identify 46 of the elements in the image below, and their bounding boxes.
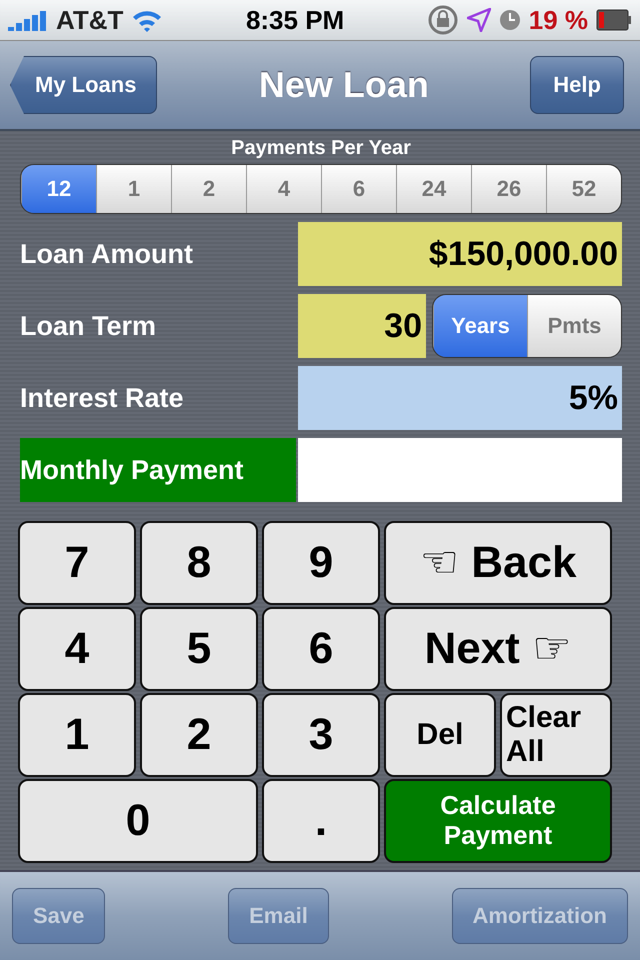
keypad-key[interactable]: 9 <box>262 521 380 605</box>
value-field[interactable] <box>298 438 622 502</box>
clock-icon <box>498 9 521 31</box>
keypad-key[interactable]: 6 <box>262 607 380 691</box>
keypad-key[interactable]: 3 <box>262 693 380 777</box>
field-label: Monthly Payment <box>20 438 296 502</box>
rotation-lock-icon <box>426 4 459 36</box>
keypad-key[interactable]: Clear All <box>500 693 612 777</box>
segment-option[interactable]: 1 <box>96 165 171 213</box>
field-label: Interest Rate <box>20 382 185 414</box>
signal-icon <box>8 9 48 31</box>
keypad-key[interactable]: Del <box>384 693 496 777</box>
value-field[interactable]: 30 <box>298 294 426 358</box>
help-button[interactable]: Help <box>530 56 624 114</box>
carrier-name: AT&T <box>56 4 124 36</box>
segment-option[interactable]: Years <box>433 295 527 357</box>
keypad-key[interactable]: 8 <box>140 521 258 605</box>
field-label: Loan Amount <box>20 238 194 270</box>
battery-percent: 19 % <box>528 4 588 36</box>
keypad-key[interactable]: ☜ Back <box>384 521 612 605</box>
keypad-key[interactable]: 2 <box>140 693 258 777</box>
keypad-key[interactable]: Calculate Payment <box>384 779 612 863</box>
segment-option[interactable]: 12 <box>21 165 96 213</box>
keypad-key[interactable]: 1 <box>18 693 136 777</box>
field-label: Loan Term <box>20 310 158 342</box>
segment-option[interactable]: 26 <box>471 165 546 213</box>
segment-option[interactable]: 4 <box>246 165 321 213</box>
screen-title: New Loan <box>258 64 429 106</box>
location-arrow-icon <box>466 8 491 32</box>
segment-option[interactable]: 52 <box>546 165 621 213</box>
segment-option[interactable]: Pmts <box>527 295 621 357</box>
keypad-key[interactable]: 7 <box>18 521 136 605</box>
back-button[interactable]: My Loans <box>10 56 158 114</box>
keypad-key[interactable]: . <box>262 779 380 863</box>
value-field[interactable]: $150,000.00 <box>298 222 622 286</box>
clock-time: 8:35 PM <box>246 4 344 36</box>
segment-option[interactable]: 24 <box>396 165 471 213</box>
segment-label: Payments Per Year <box>231 137 411 160</box>
keypad-key[interactable]: 4 <box>18 607 136 691</box>
keypad-key[interactable]: 0 <box>18 779 258 863</box>
battery-icon <box>596 9 632 31</box>
segment-option[interactable]: 2 <box>171 165 246 213</box>
keypad-key[interactable]: Next ☞ <box>384 607 612 691</box>
value-field[interactable]: 5% <box>298 366 622 430</box>
keypad-key[interactable]: 5 <box>140 607 258 691</box>
segment-option[interactable]: 6 <box>321 165 396 213</box>
